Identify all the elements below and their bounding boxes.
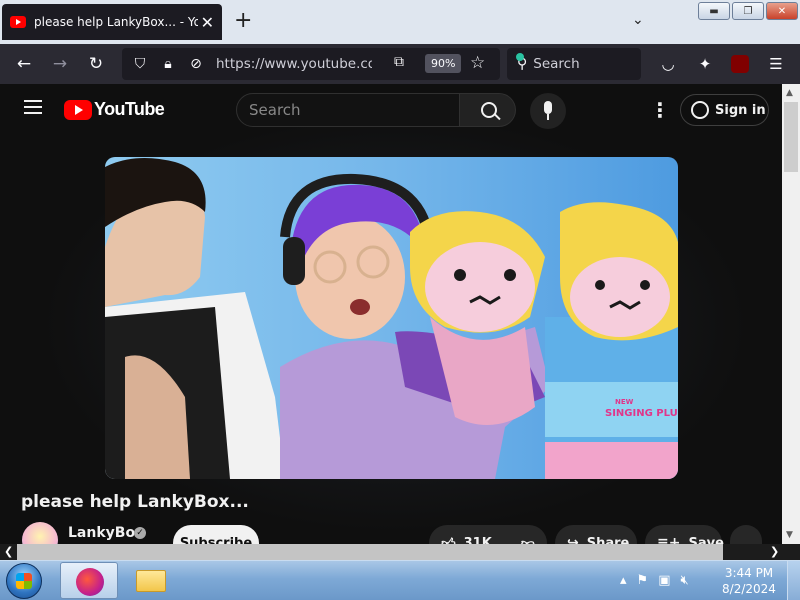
guide-menu-icon[interactable]	[24, 100, 42, 114]
headphone-left-cup	[283, 237, 305, 285]
window-controls: ▬ ❐ ✕	[698, 2, 798, 20]
search-icon: ⚲	[515, 53, 528, 72]
horizontal-scroll-thumb[interactable]	[17, 544, 723, 560]
share-arrow-icon: ↪	[567, 535, 579, 544]
bookmark-star-icon[interactable]: ☆	[470, 53, 485, 73]
share-button[interactable]: ↪ Share	[555, 525, 637, 544]
save-button[interactable]: ≡+ Save	[645, 525, 724, 545]
toy-box-product-text: SINGING PLUSH	[605, 408, 678, 419]
youtube-search-input[interactable]: Search	[236, 93, 460, 127]
subscribe-button[interactable]: Subscribe	[173, 525, 259, 544]
plush-two-eye-right	[640, 280, 650, 290]
extensions-puzzle-icon[interactable]: ✦	[693, 52, 717, 76]
scroll-left-arrow-icon[interactable]: ❮	[4, 545, 13, 558]
tab-close-icon[interactable]: ✕	[201, 13, 214, 32]
app-menu-icon[interactable]: ☰	[764, 52, 788, 76]
taskbar-explorer-button[interactable]	[122, 562, 180, 599]
video-thumbnail: NEW SINGING PLUSH	[105, 158, 678, 479]
browser-nav-bar: ← → ↻ ⛉ 🔒︎ ⊘ https://www.youtube.com ⧉ 9…	[0, 44, 800, 105]
windows-taskbar: ▴ ⚑ ▣ 🔇︎ 3:44 PM 8/2/2024	[0, 560, 800, 600]
share-label: Share	[586, 535, 630, 545]
sign-in-button[interactable]: Sign in	[680, 94, 769, 126]
verified-check-icon: ✓	[134, 527, 146, 539]
plush-one-eye-left	[454, 269, 466, 281]
toy-box-new-text: NEW	[615, 398, 634, 406]
like-count[interactable]: 31K	[464, 536, 492, 545]
horizontal-scrollbar[interactable]: ❮ ❯	[0, 544, 800, 560]
taskbar-firefox-button[interactable]	[60, 562, 118, 599]
reload-icon[interactable]: ↻	[84, 52, 108, 76]
active-tab[interactable]: please help LankyBox... - YouTube ✕	[2, 4, 222, 40]
plush-two-eye-left	[595, 280, 605, 290]
back-arrow-icon[interactable]: ←	[12, 52, 36, 76]
network-icon[interactable]: ▣	[658, 573, 670, 588]
picture-in-picture-icon[interactable]: ⧉	[394, 54, 404, 70]
show-hidden-icons-arrow-icon[interactable]: ▴	[620, 573, 627, 588]
show-desktop-button[interactable]	[787, 561, 800, 600]
new-tab-button[interactable]: +	[234, 10, 252, 32]
youtube-logo-text: YouTube	[94, 99, 165, 119]
settings-kebab-icon[interactable]: ⋮	[650, 100, 670, 120]
forward-arrow-icon[interactable]: →	[48, 52, 72, 76]
clock-date: 8/2/2024	[722, 582, 776, 596]
browser-search-placeholder: Search	[533, 56, 580, 72]
close-window-button[interactable]: ✕	[766, 2, 798, 20]
clock-time: 3:44 PM	[724, 566, 774, 580]
pocket-icon[interactable]: ◡	[656, 52, 680, 76]
tab-title: please help LankyBox... - YouTube	[34, 15, 198, 29]
url-bar[interactable]: ⛉ 🔒︎ ⊘ https://www.youtube.com ⧉ 90% ☆	[122, 48, 500, 80]
lock-icon[interactable]: 🔒︎	[158, 56, 178, 72]
system-tray: ▴ ⚑ ▣ 🔇︎	[620, 573, 689, 588]
plush-one-face	[425, 242, 535, 332]
restore-button[interactable]: ❐	[732, 2, 764, 20]
zoom-level[interactable]: 90%	[425, 54, 462, 73]
user-icon	[691, 101, 709, 119]
thumbs-down-icon[interactable]: 👎︎	[521, 535, 535, 545]
save-playlist-icon: ≡+	[657, 535, 681, 544]
save-label: Save	[688, 535, 724, 545]
action-center-flag-icon[interactable]: ⚑	[637, 573, 649, 588]
scroll-down-arrow-icon[interactable]: ▼	[786, 530, 793, 540]
tracking-shield-icon[interactable]: ⛉	[130, 56, 150, 72]
youtube-play-icon	[64, 99, 92, 120]
plush-two-face	[570, 257, 670, 337]
browser-tab-bar: please help LankyBox... - YouTube ✕ + ⌄ …	[0, 0, 800, 44]
video-player[interactable]: NEW SINGING PLUSH	[105, 157, 678, 479]
vertical-scroll-thumb[interactable]	[784, 102, 798, 172]
youtube-header: YouTube Search ⋮ Sign in	[0, 84, 782, 136]
taskbar-clock[interactable]: 3:44 PM 8/2/2024	[716, 565, 782, 597]
ublock-origin-icon[interactable]	[731, 55, 749, 73]
youtube-search-button[interactable]	[460, 93, 516, 127]
video-title: please help LankyBox...	[21, 492, 249, 512]
start-orb-button[interactable]	[6, 563, 42, 599]
folder-icon	[136, 570, 166, 592]
plush-one-eye-right	[504, 269, 516, 281]
thumbs-up-icon[interactable]: 👍︎	[441, 535, 456, 545]
like-dislike-group: 👍︎ 31K 👎︎	[429, 525, 547, 544]
channel-name[interactable]: LankyBox	[68, 525, 144, 541]
minimize-button[interactable]: ▬	[698, 2, 730, 20]
toy-box-bottom	[545, 442, 678, 479]
youtube-logo[interactable]: YouTube	[64, 99, 165, 120]
open-mouth	[350, 299, 370, 315]
firefox-icon	[76, 568, 104, 596]
permissions-icon[interactable]: ⊘	[186, 56, 206, 72]
url-text[interactable]: https://www.youtube.com	[216, 56, 372, 72]
voice-search-mic-icon[interactable]	[530, 93, 566, 129]
scroll-up-arrow-icon[interactable]: ▲	[786, 88, 793, 98]
scroll-right-arrow-icon[interactable]: ❯	[770, 545, 779, 558]
vertical-scrollbar[interactable]: ▲ ▼	[782, 84, 800, 544]
list-all-tabs-icon[interactable]: ⌄	[632, 12, 644, 28]
volume-muted-icon[interactable]: 🔇︎	[680, 573, 688, 588]
more-actions-button[interactable]: ...	[730, 525, 762, 544]
youtube-page: YouTube Search ⋮ Sign in NEW SINGING PLU…	[0, 84, 782, 544]
browser-search-box[interactable]: ⚲ Search	[507, 48, 641, 80]
youtube-favicon-icon	[10, 16, 26, 28]
sign-in-label: Sign in	[715, 102, 766, 118]
